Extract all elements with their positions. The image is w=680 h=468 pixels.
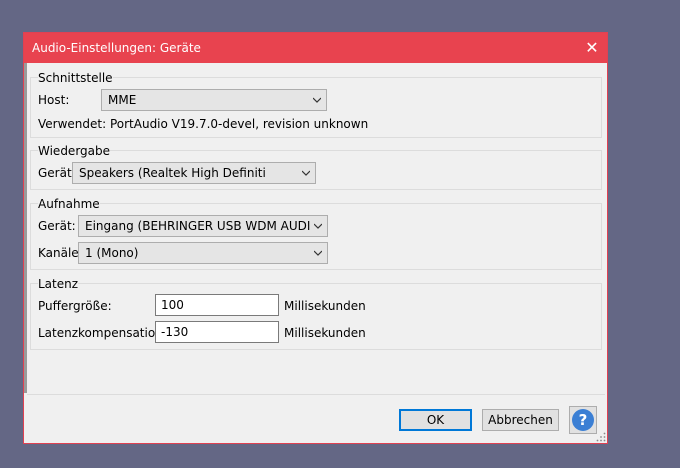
puffergroesse-label: Puffergröße: [38,299,112,313]
ok-button[interactable]: OK [399,409,472,431]
latenzkompensation-value: -130 [161,325,189,339]
verwendet-text: Verwendet: PortAudio V19.7.0-devel, revi… [38,117,369,131]
close-icon: ✕ [585,38,599,57]
wiedergabe-geraet-label: Gerät: [38,166,76,180]
kanaele-value: 1 (Mono) [85,246,139,260]
close-button[interactable]: ✕ [577,33,607,63]
puffergroesse-value: 100 [161,298,184,312]
resize-grip-icon[interactable] [596,432,606,442]
latenzkompensation-unit: Millisekunden [284,326,366,340]
window-title: Audio-Einstellungen: Geräte [32,41,201,55]
kanaele-label: Kanäle: [38,246,83,260]
help-button[interactable]: ? [569,406,597,434]
aufnahme-geraet-select[interactable]: Eingang (BEHRINGER USB WDM AUDI [78,215,328,237]
latenzkompensation-label: Latenzkompensation: [38,326,167,340]
wiedergabe-geraet-value: Speakers (Realtek High Definiti [79,166,266,180]
chevron-down-icon [313,97,321,103]
kanaele-select[interactable]: 1 (Mono) [78,242,328,264]
chevron-down-icon [314,223,322,229]
wiedergabe-geraet-select[interactable]: Speakers (Realtek High Definiti [72,162,316,184]
button-bar-divider [27,394,605,395]
puffergroesse-unit: Millisekunden [284,299,366,313]
host-label: Host: [38,93,70,107]
aufnahme-label: Aufnahme [38,197,100,211]
cancel-button[interactable]: Abbrechen [482,409,559,431]
aufnahme-geraet-label: Gerät: [38,219,76,233]
chevron-down-icon [314,250,322,256]
latenz-label: Latenz [38,277,79,291]
host-value: MME [108,93,137,107]
chevron-down-icon [302,170,310,176]
title-bar[interactable]: Audio-Einstellungen: Geräte ✕ [24,33,607,63]
wiedergabe-label: Wiedergabe [38,144,111,158]
latenzkompensation-input[interactable]: -130 [155,321,279,343]
left-border [24,63,27,393]
host-select[interactable]: MME [101,89,327,111]
audio-settings-dialog: Audio-Einstellungen: Geräte ✕ Schnittste… [23,32,608,444]
aufnahme-geraet-value: Eingang (BEHRINGER USB WDM AUDI [85,219,311,233]
puffergroesse-input[interactable]: 100 [155,294,279,316]
help-icon: ? [572,409,594,431]
schnittstelle-label: Schnittstelle [38,71,113,85]
